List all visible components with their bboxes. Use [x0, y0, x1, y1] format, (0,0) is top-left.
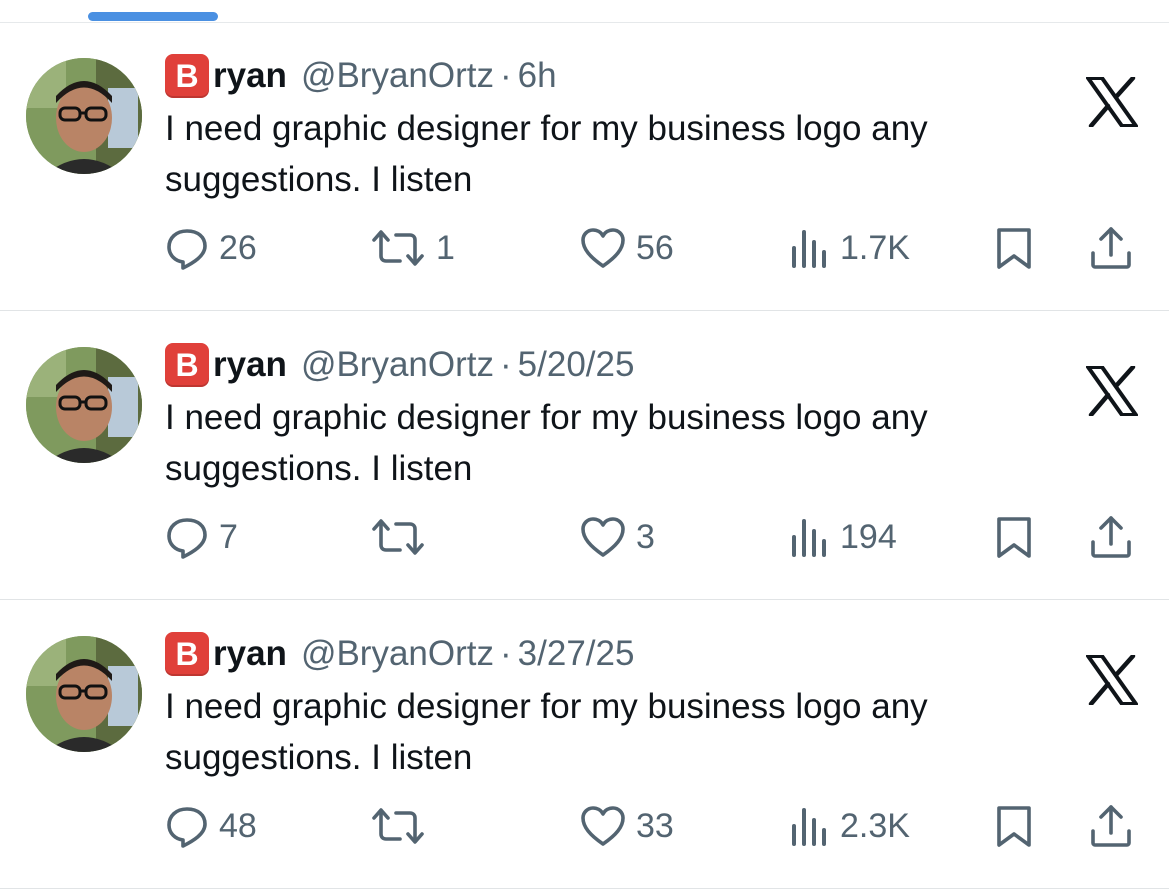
tweet[interactable]: B ryan @BryanOrtz · 3/27/25 I need graph… — [0, 601, 1169, 889]
user-handle[interactable]: @BryanOrtz — [301, 634, 494, 674]
x-logo-icon[interactable] — [1086, 364, 1138, 418]
separator-dot: · — [500, 634, 512, 673]
heart-icon — [580, 226, 626, 270]
tweet-header: B ryan @BryanOrtz · 5/20/25 — [165, 342, 634, 388]
retweet-count: 1 — [436, 228, 455, 267]
tweet[interactable]: B ryan @BryanOrtz · 6h I need graphic de… — [0, 23, 1169, 311]
reply-count: 7 — [219, 517, 238, 556]
retweet-icon — [370, 515, 426, 559]
avatar[interactable] — [26, 347, 142, 463]
tweet-text: I need graphic designer for my business … — [165, 398, 928, 488]
timestamp[interactable]: 6h — [518, 56, 557, 96]
action-bar: 7 3 194 — [0, 512, 1169, 562]
display-name[interactable]: ryan — [213, 56, 287, 96]
tweet-header: B ryan @BryanOrtz · 6h — [165, 53, 557, 99]
bookmark-button[interactable] — [994, 512, 1034, 562]
action-bar: 48 33 2.3K — [0, 801, 1169, 851]
tweet[interactable]: B ryan @BryanOrtz · 5/20/25 I need graph… — [0, 312, 1169, 600]
x-logo-icon[interactable] — [1086, 653, 1138, 707]
share-button[interactable] — [1088, 801, 1134, 851]
bookmark-icon — [994, 804, 1034, 848]
like-button[interactable]: 3 — [580, 512, 655, 562]
views-count: 194 — [840, 517, 897, 556]
separator-dot: · — [500, 345, 512, 384]
views-icon — [790, 515, 830, 559]
like-button[interactable]: 33 — [580, 801, 674, 851]
display-name[interactable]: ryan — [213, 345, 287, 385]
like-count: 3 — [636, 517, 655, 556]
retweet-button[interactable] — [370, 512, 436, 562]
b-emoji-badge: B — [165, 343, 209, 387]
share-button[interactable] — [1088, 512, 1134, 562]
action-bar: 26 1 56 1.7K — [0, 223, 1169, 273]
reply-icon — [165, 515, 209, 559]
bookmark-button[interactable] — [994, 223, 1034, 273]
like-button[interactable]: 56 — [580, 223, 674, 273]
tweet-header: B ryan @BryanOrtz · 3/27/25 — [165, 631, 634, 677]
tweet-divider — [0, 310, 1169, 311]
bookmark-icon — [994, 226, 1034, 270]
x-logo-icon[interactable] — [1086, 75, 1138, 129]
reply-icon — [165, 226, 209, 270]
avatar[interactable] — [26, 636, 142, 752]
active-tab-indicator — [88, 12, 218, 21]
separator-dot: · — [500, 56, 512, 95]
like-count: 33 — [636, 806, 674, 845]
tweet-text: I need graphic designer for my business … — [165, 687, 928, 777]
retweet-icon — [370, 804, 426, 848]
timestamp[interactable]: 3/27/25 — [518, 634, 635, 674]
retweet-icon — [370, 226, 426, 270]
b-emoji-badge: B — [165, 54, 209, 98]
reply-icon — [165, 804, 209, 848]
retweet-button[interactable] — [370, 801, 436, 851]
reply-count: 26 — [219, 228, 257, 267]
tweet-divider — [0, 888, 1169, 889]
tweet-divider — [0, 599, 1169, 600]
share-icon — [1088, 514, 1134, 560]
heart-icon — [580, 515, 626, 559]
tweet-text: I need graphic designer for my business … — [165, 109, 928, 199]
b-emoji-badge: B — [165, 632, 209, 676]
display-name[interactable]: ryan — [213, 634, 287, 674]
bookmark-icon — [994, 515, 1034, 559]
share-icon — [1088, 225, 1134, 271]
views-button[interactable]: 2.3K — [790, 801, 910, 851]
avatar[interactable] — [26, 58, 142, 174]
user-handle[interactable]: @BryanOrtz — [301, 56, 494, 96]
user-handle[interactable]: @BryanOrtz — [301, 345, 494, 385]
views-count: 2.3K — [840, 806, 910, 845]
reply-count: 48 — [219, 806, 257, 845]
views-icon — [790, 226, 830, 270]
views-button[interactable]: 194 — [790, 512, 897, 562]
reply-button[interactable]: 26 — [165, 223, 257, 273]
views-count: 1.7K — [840, 228, 910, 267]
share-button[interactable] — [1088, 223, 1134, 273]
heart-icon — [580, 804, 626, 848]
reply-button[interactable]: 7 — [165, 512, 238, 562]
like-count: 56 — [636, 228, 674, 267]
views-button[interactable]: 1.7K — [790, 223, 910, 273]
timestamp[interactable]: 5/20/25 — [518, 345, 635, 385]
bookmark-button[interactable] — [994, 801, 1034, 851]
reply-button[interactable]: 48 — [165, 801, 257, 851]
views-icon — [790, 804, 830, 848]
share-icon — [1088, 803, 1134, 849]
retweet-button[interactable]: 1 — [370, 223, 455, 273]
